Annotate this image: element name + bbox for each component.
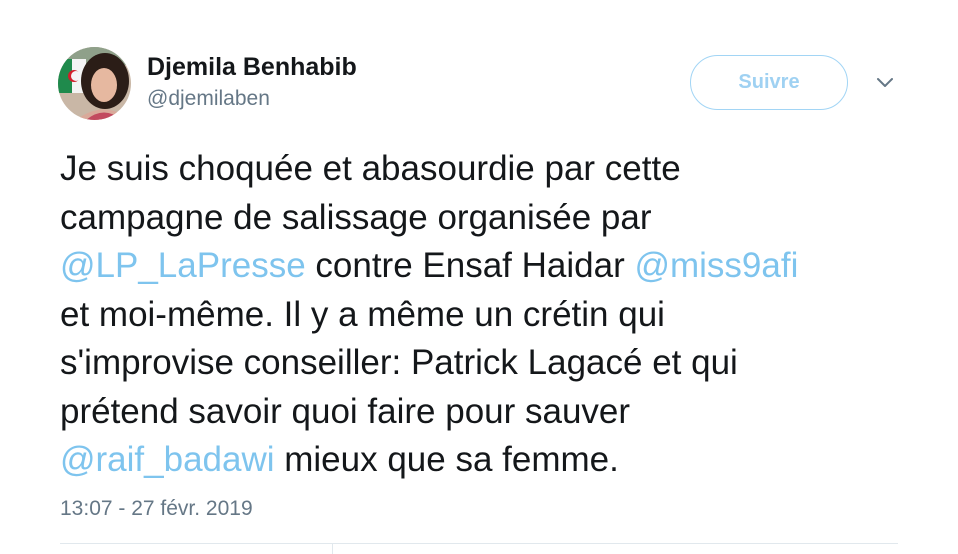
mention-link[interactable]: @miss9afi <box>634 246 798 285</box>
tweet-text-segment: campagne de salissage organisée par <box>60 197 652 237</box>
mention-link[interactable]: @LP_LaPresse <box>60 246 306 285</box>
author-handle[interactable]: @djemilaben <box>147 87 270 111</box>
tweet-text-segment: prétend savoir quoi faire pour sauver <box>60 391 631 431</box>
tweet-text-line: s'improvise conseiller: Patrick Lagacé e… <box>60 339 940 388</box>
tweet-text-line: @raif_badawi mieux que sa femme. <box>60 436 940 485</box>
chevron-down-icon[interactable] <box>874 72 896 94</box>
tweet-text-segment: Je suis choquée et abasourdie par cette <box>60 149 681 188</box>
tweet-text-segment: s'improvise conseiller: Patrick Lagacé e… <box>60 343 738 382</box>
author-name[interactable]: Djemila Benhabib <box>147 53 357 82</box>
tweet-timestamp[interactable]: 13:07 - 27 févr. 2019 <box>60 497 253 521</box>
follow-button[interactable]: Suivre <box>690 55 848 110</box>
tweet-text-segment: et moi-même. Il y a même un crétin qui <box>60 294 665 334</box>
tweet-text-line: Je suis choquée et abasourdie par cette <box>60 145 940 194</box>
tweet-text-line: @LP_LaPresse contre Ensaf Haidar @miss9a… <box>60 242 940 291</box>
mention-link[interactable]: @raif_badawi <box>60 440 275 479</box>
avatar[interactable] <box>58 47 131 120</box>
divider-tick <box>332 543 333 554</box>
avatar-image <box>58 47 131 120</box>
tweet-text-line: campagne de salissage organisée par <box>60 194 940 243</box>
tweet-text-line: et moi-même. Il y a même un crétin qui <box>60 291 940 340</box>
tweet-text-segment: mieux que sa femme. <box>274 440 619 479</box>
divider <box>60 543 898 544</box>
tweet-card: Djemila Benhabib @djemilaben Suivre Je s… <box>0 0 958 554</box>
tweet-text-segment: contre Ensaf Haidar <box>305 246 635 285</box>
tweet-text-line: prétend savoir quoi faire pour sauver <box>60 388 940 437</box>
tweet-text: Je suis choquée et abasourdie par cette c… <box>60 145 940 485</box>
